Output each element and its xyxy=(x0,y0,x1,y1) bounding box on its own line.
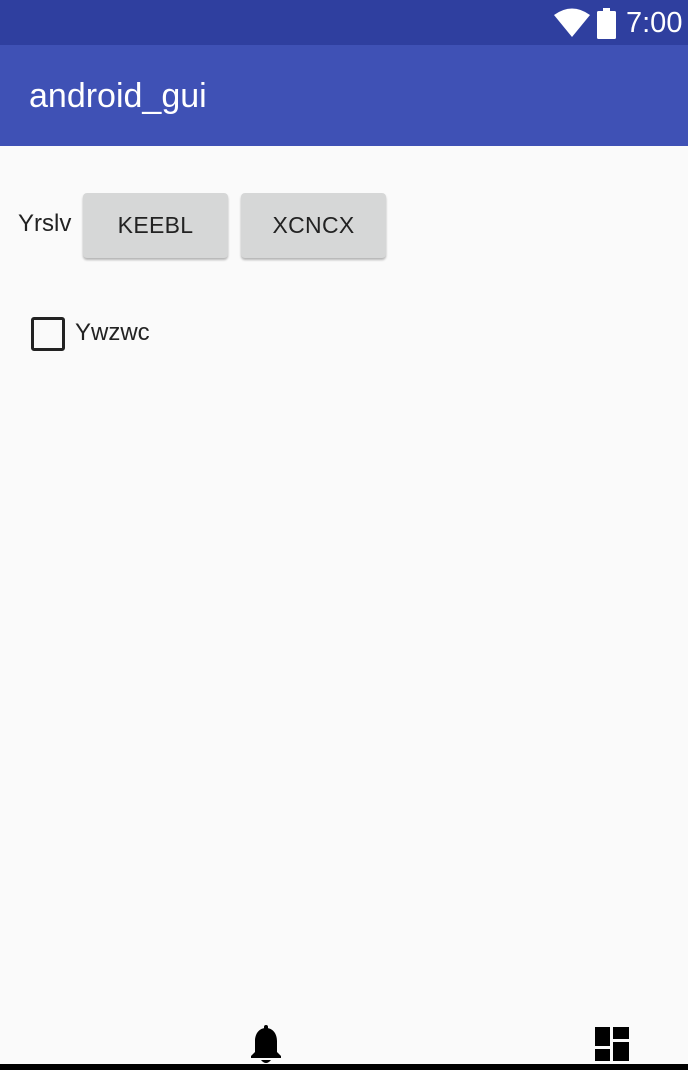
screen: 7:00 android_gui Yrslv KEEBL XCNCX Ywzwc xyxy=(0,0,688,1070)
keebl-button[interactable]: KEEBL xyxy=(83,193,228,258)
bell-icon[interactable] xyxy=(249,1025,283,1065)
navigation-bar-edge xyxy=(0,1064,688,1070)
status-bar: 7:00 xyxy=(0,0,688,45)
wifi-icon xyxy=(554,8,590,37)
dashboard-icon[interactable] xyxy=(595,1027,629,1061)
status-time: 7:00 xyxy=(626,7,683,39)
xcncx-button[interactable]: XCNCX xyxy=(241,193,386,258)
app-title: android_gui xyxy=(29,77,207,115)
battery-icon xyxy=(597,8,616,39)
ywzwc-checkbox[interactable] xyxy=(31,317,65,351)
checkbox-label[interactable]: Ywzwc xyxy=(75,317,150,349)
row-label: Yrslv xyxy=(18,210,72,237)
